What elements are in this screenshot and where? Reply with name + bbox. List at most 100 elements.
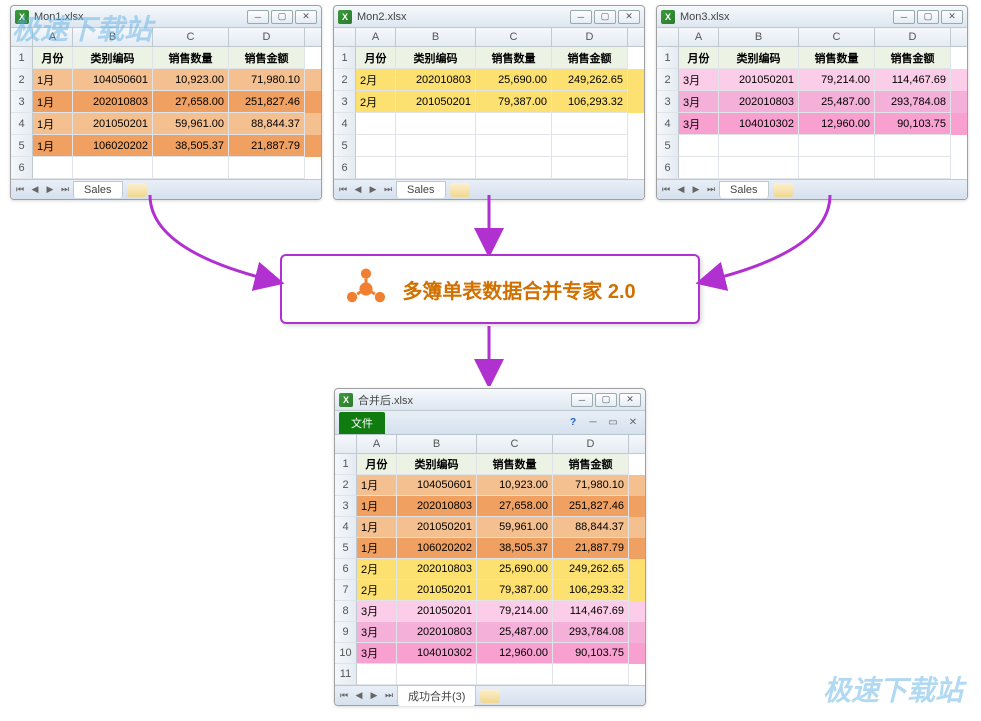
sheet-nav-prev[interactable]: ◀ [28,183,42,197]
cell-amt[interactable]: 249,262.65 [553,559,629,580]
cell-month[interactable]: 1月 [33,135,73,157]
row-header-3[interactable]: 3 [335,496,357,517]
cell-qty[interactable]: 27,658.00 [153,91,229,113]
row-header-1[interactable]: 1 [334,47,356,69]
row-header-2[interactable]: 2 [334,69,356,91]
sheet-tab[interactable]: Sales [396,181,446,198]
row-header-3[interactable]: 3 [657,91,679,113]
empty-cell[interactable] [679,135,719,157]
header-cell[interactable]: 月份 [679,47,719,69]
select-all-corner[interactable] [11,28,33,46]
row-header-1[interactable]: 1 [335,454,357,475]
cell-amt[interactable]: 251,827.46 [553,496,629,517]
empty-cell[interactable] [719,135,799,157]
header-cell[interactable]: 销售数量 [477,454,553,475]
col-header-D[interactable]: D [875,28,951,46]
header-cell[interactable]: 类别编码 [396,47,476,69]
row-header-4[interactable]: 4 [11,113,33,135]
cell-month[interactable]: 1月 [357,538,397,559]
minimize-button[interactable]: ─ [893,10,915,24]
restore-icon[interactable]: ▭ [605,415,621,431]
header-cell[interactable]: 类别编码 [73,47,153,69]
file-tab[interactable]: 文件 [339,412,385,434]
empty-cell[interactable] [73,157,153,179]
empty-cell[interactable] [229,157,305,179]
header-cell[interactable]: 销售金额 [552,47,628,69]
empty-cell[interactable] [153,157,229,179]
sheet-nav-first[interactable]: ⏮ [336,183,350,197]
empty-cell[interactable] [357,664,397,685]
row-header-1[interactable]: 1 [657,47,679,69]
select-all-corner[interactable] [335,435,357,453]
cell-amt[interactable]: 21,887.79 [553,538,629,559]
empty-cell[interactable] [799,135,875,157]
row-header-3[interactable]: 3 [334,91,356,113]
header-cell[interactable]: 销售数量 [153,47,229,69]
empty-cell[interactable] [552,157,628,179]
minimize-button[interactable]: ─ [570,10,592,24]
cell-amt[interactable]: 88,844.37 [229,113,305,135]
col-header-B[interactable]: B [397,435,477,453]
col-header-B[interactable]: B [719,28,799,46]
col-header-C[interactable]: C [476,28,552,46]
header-cell[interactable]: 月份 [357,454,397,475]
cell-month[interactable]: 1月 [33,91,73,113]
close-button[interactable]: ✕ [619,393,641,407]
sheet-nav-next[interactable]: ▶ [43,183,57,197]
cell-qty[interactable]: 59,961.00 [477,517,553,538]
empty-cell[interactable] [356,157,396,179]
cell-qty[interactable]: 38,505.37 [477,538,553,559]
sheet-nav-last[interactable]: ⏭ [381,183,395,197]
sheet-tab[interactable]: Sales [73,181,123,198]
cell-qty[interactable]: 25,487.00 [799,91,875,113]
cell-code[interactable]: 202010803 [73,91,153,113]
cell-month[interactable]: 1月 [357,475,397,496]
close-button[interactable]: ✕ [618,10,640,24]
cell-qty[interactable]: 27,658.00 [477,496,553,517]
cell-month[interactable]: 1月 [33,69,73,91]
cell-code[interactable]: 202010803 [397,622,477,643]
maximize-button[interactable]: ▢ [594,10,616,24]
cell-code[interactable]: 201050201 [396,91,476,113]
cell-month[interactable]: 3月 [357,622,397,643]
sheet-nav-first[interactable]: ⏮ [13,183,27,197]
cell-qty[interactable]: 25,690.00 [476,69,552,91]
header-cell[interactable]: 销售金额 [875,47,951,69]
row-header-2[interactable]: 2 [11,69,33,91]
row-header-2[interactable]: 2 [335,475,357,496]
sheet-nav-first[interactable]: ⏮ [337,689,351,703]
empty-cell[interactable] [33,157,73,179]
titlebar[interactable]: X Mon1.xlsx ─ ▢ ✕ [11,6,321,28]
row-header-4[interactable]: 4 [334,113,356,135]
cell-code[interactable]: 104010302 [719,113,799,135]
cell-amt[interactable]: 88,844.37 [553,517,629,538]
cell-qty[interactable]: 79,214.00 [799,69,875,91]
cell-qty[interactable]: 10,923.00 [153,69,229,91]
cell-code[interactable]: 201050201 [73,113,153,135]
header-cell[interactable]: 销售金额 [553,454,629,475]
sheet-tab[interactable]: 成功合并(3) [397,685,476,706]
cell-month[interactable]: 3月 [679,91,719,113]
cell-code[interactable]: 106020202 [73,135,153,157]
close-button[interactable]: ✕ [295,10,317,24]
select-all-corner[interactable] [657,28,679,46]
cell-month[interactable]: 2月 [357,559,397,580]
col-header-D[interactable]: D [229,28,305,46]
header-cell[interactable]: 类别编码 [397,454,477,475]
row-header-10[interactable]: 10 [335,643,357,664]
row-header-3[interactable]: 3 [11,91,33,113]
cell-amt[interactable]: 90,103.75 [875,113,951,135]
cell-qty[interactable]: 38,505.37 [153,135,229,157]
row-header-2[interactable]: 2 [657,69,679,91]
col-header-C[interactable]: C [153,28,229,46]
row-header-5[interactable]: 5 [335,538,357,559]
cell-month[interactable]: 1月 [357,496,397,517]
col-header-D[interactable]: D [553,435,629,453]
cell-code[interactable]: 104010302 [397,643,477,664]
sheet-nav-prev[interactable]: ◀ [352,689,366,703]
col-header-A[interactable]: A [356,28,396,46]
header-cell[interactable]: 类别编码 [719,47,799,69]
cell-month[interactable]: 3月 [679,69,719,91]
cell-qty[interactable]: 59,961.00 [153,113,229,135]
empty-cell[interactable] [553,664,629,685]
